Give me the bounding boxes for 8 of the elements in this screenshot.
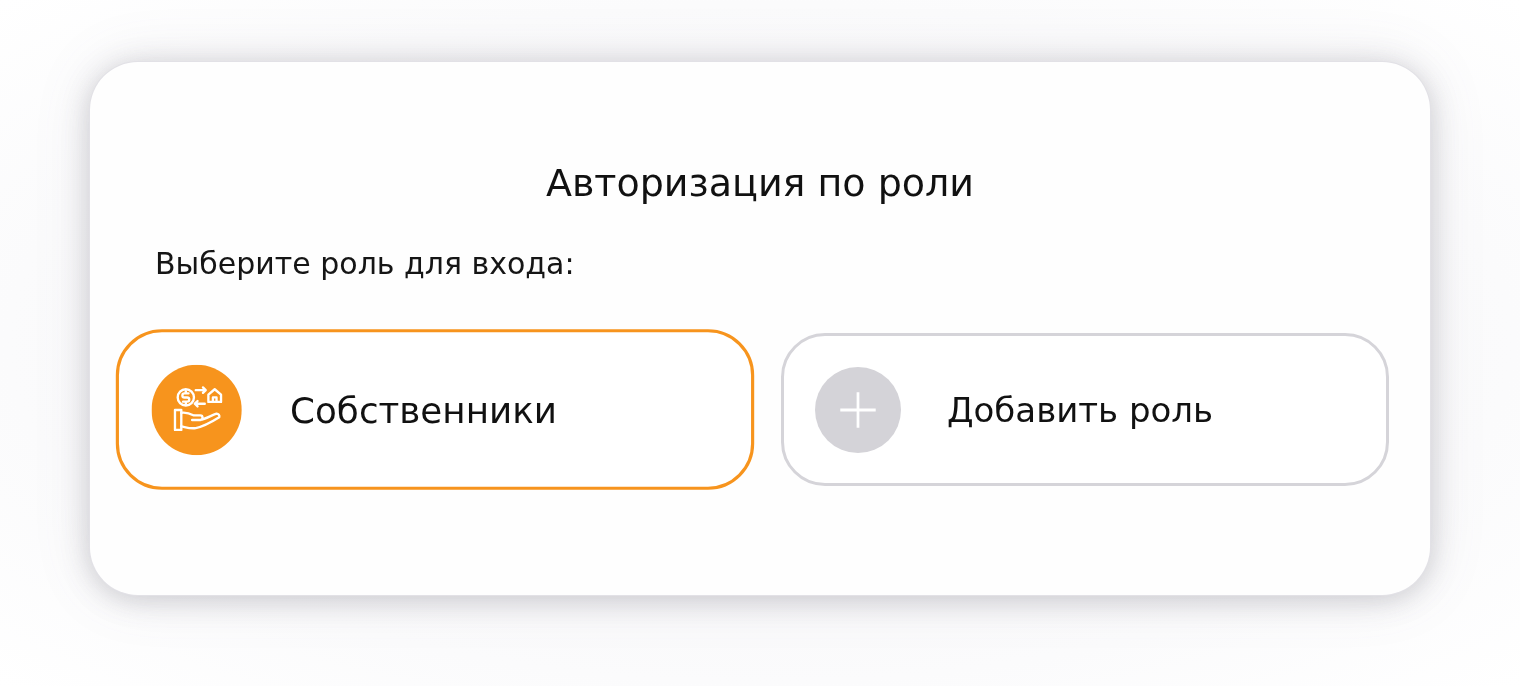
plus-icon xyxy=(815,366,901,453)
dialog-title: Авторизация по роли xyxy=(545,160,975,207)
hand-coin-house-icon xyxy=(151,364,242,455)
role-label: Добавить роль xyxy=(947,388,1214,431)
role-option[interactable]: Добавить роль xyxy=(781,333,1389,486)
role-option[interactable]: Собственники xyxy=(115,329,755,490)
dialog-subtitle: Выберите роль для входа: xyxy=(155,245,575,283)
role-label: Собственники xyxy=(290,387,557,432)
